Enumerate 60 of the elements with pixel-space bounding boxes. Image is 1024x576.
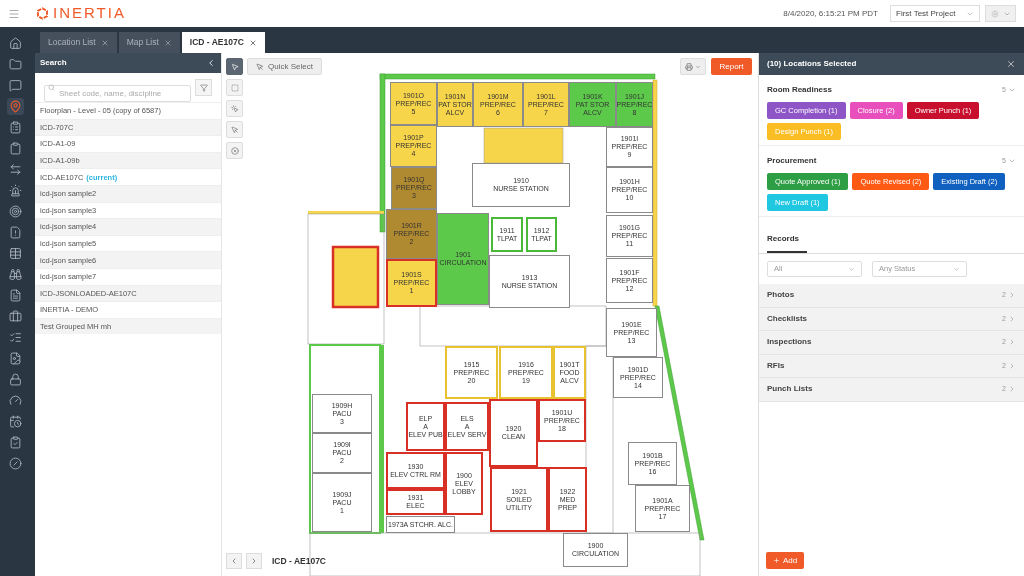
close-icon[interactable]	[163, 38, 172, 47]
pointer-icon	[230, 62, 239, 71]
chevron-icon	[1008, 385, 1016, 394]
record-label: Punch Lists	[767, 383, 813, 396]
close-icon[interactable]	[248, 38, 257, 47]
table-icon[interactable]	[7, 245, 24, 262]
chevron-icon	[953, 265, 960, 273]
records-tab[interactable]: Records	[767, 233, 807, 253]
search-field[interactable]: Sheet code, name, discipline	[44, 85, 191, 102]
pointer-click-icon	[230, 104, 239, 113]
tab[interactable]: Location List	[40, 32, 117, 53]
pointer-icon	[256, 62, 264, 71]
tab[interactable]: Map List	[118, 32, 180, 53]
record-label: Photos	[767, 289, 795, 302]
print-button[interactable]	[680, 58, 706, 75]
add-select-tool[interactable]	[226, 100, 243, 117]
target-icon[interactable]	[7, 203, 24, 220]
chevron-icon	[1008, 361, 1016, 370]
pointer-tool[interactable]	[226, 58, 243, 75]
collapse-icon[interactable]	[206, 58, 216, 68]
logo-text: INERTIA	[53, 3, 126, 24]
binoculars-icon[interactable]	[7, 266, 24, 283]
logo-icon	[36, 7, 49, 20]
tab[interactable]: ICD - AE107C	[181, 32, 265, 53]
remove-select-tool[interactable]	[226, 121, 243, 138]
close-icon[interactable]	[1006, 59, 1016, 69]
record-label: RFIs	[767, 359, 785, 372]
pointer-icon	[230, 125, 239, 134]
menu-icon[interactable]	[8, 7, 20, 20]
dashed-square-icon	[230, 83, 239, 92]
search-title: Search	[40, 57, 67, 69]
calendar-clock-icon[interactable]	[7, 413, 24, 430]
map-pin-icon[interactable]	[7, 98, 24, 115]
chevron-left-icon	[230, 557, 238, 565]
datetime: 8/4/2020, 6:15:21 PM PDT	[783, 7, 878, 20]
group-title: Procurement	[767, 155, 817, 167]
printer-icon	[685, 62, 693, 71]
close-icon[interactable]	[100, 38, 109, 47]
filter-icon	[199, 83, 208, 92]
record-label: Inspections	[767, 336, 812, 349]
lock-icon[interactable]	[7, 371, 24, 388]
sheet-label: ICD - AE107C	[272, 554, 326, 568]
chevron-icon	[695, 63, 701, 70]
search-icon	[48, 84, 55, 91]
chat-icon[interactable]	[7, 77, 24, 94]
settings-icon	[990, 9, 999, 18]
panel-title: (10) Locations Selected	[767, 58, 857, 70]
group-title: Room Readiness	[767, 84, 832, 96]
chevron-icon	[1008, 314, 1016, 323]
project-select[interactable]: First Test Project	[890, 5, 980, 22]
chevron-icon	[1008, 291, 1016, 300]
blocked-icon[interactable]	[7, 455, 24, 472]
chevron-icon	[1008, 338, 1016, 347]
record-label: Checklists	[767, 312, 808, 325]
alarm-icon[interactable]	[7, 182, 24, 199]
chevron-right-icon	[250, 557, 258, 565]
home-icon[interactable]	[7, 35, 24, 52]
quick-select-button[interactable]: Quick Select	[247, 58, 322, 75]
chevron-icon	[848, 265, 855, 273]
plus-icon	[773, 557, 780, 564]
